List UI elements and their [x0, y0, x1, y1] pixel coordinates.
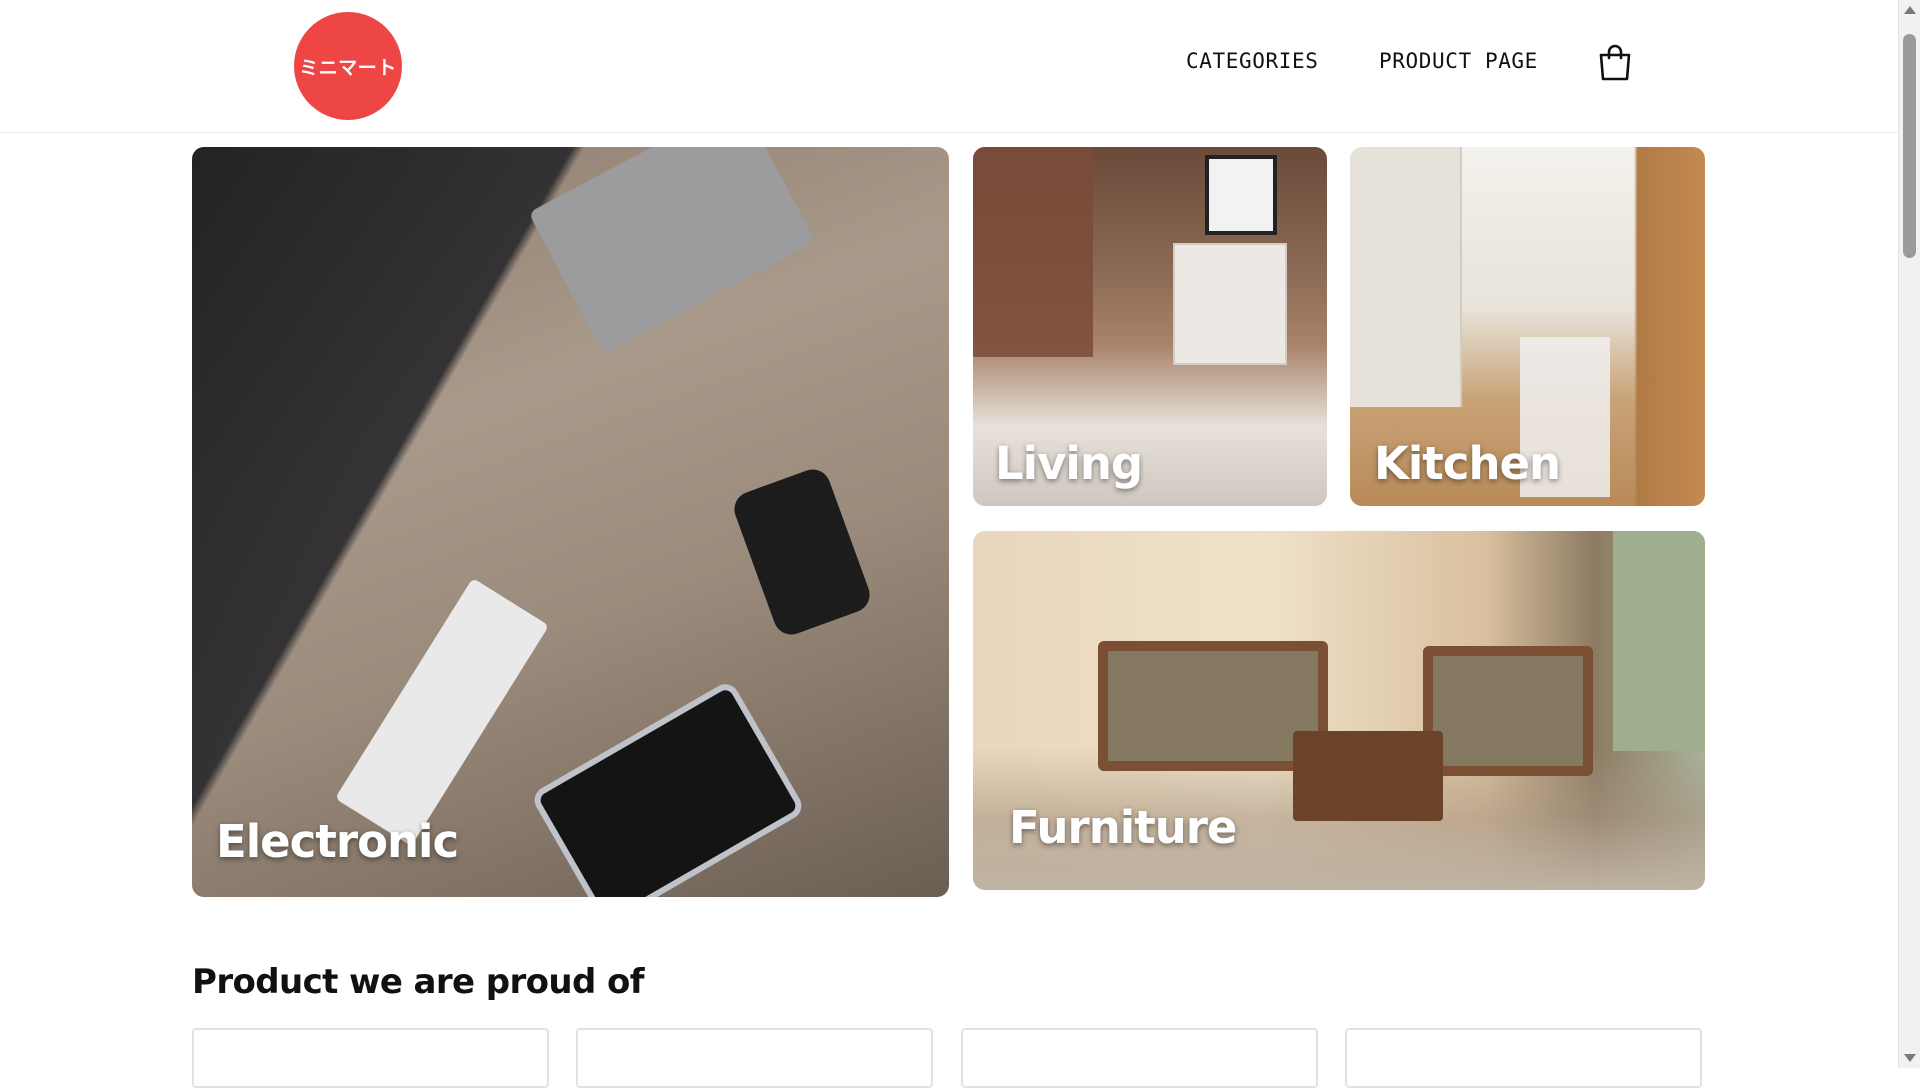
scroll-down-arrow-icon[interactable]: [1904, 1054, 1916, 1062]
brick-wall-image: [973, 147, 1093, 357]
laptop-image: [528, 147, 816, 354]
section-title: Product we are proud of: [192, 962, 645, 1002]
product-card[interactable]: [192, 1028, 549, 1088]
site-header: ミニマート CATEGORIES PRODUCT PAGE: [0, 0, 1898, 133]
product-card[interactable]: [1345, 1028, 1702, 1088]
keyboard-image: [334, 577, 550, 847]
fireplace-image: [1173, 243, 1287, 365]
category-tile-kitchen[interactable]: Kitchen: [1350, 147, 1705, 506]
scroll-up-arrow-icon[interactable]: [1904, 6, 1916, 14]
product-card[interactable]: [576, 1028, 933, 1088]
category-label-kitchen: Kitchen: [1374, 437, 1561, 490]
camera-image: [729, 464, 875, 640]
category-tile-living[interactable]: Living: [973, 147, 1327, 506]
product-card[interactable]: [961, 1028, 1318, 1088]
shopping-bag-icon[interactable]: [1598, 44, 1632, 82]
vertical-scrollbar[interactable]: [1898, 0, 1920, 1068]
logo[interactable]: ミニマート: [294, 12, 402, 120]
wall-frame-image: [1205, 155, 1277, 235]
nav-categories[interactable]: CATEGORIES: [1186, 49, 1318, 73]
tablet-image: [529, 679, 807, 897]
category-tile-electronic[interactable]: Electronic: [192, 147, 949, 897]
category-label-electronic: Electronic: [216, 815, 459, 868]
category-label-living: Living: [995, 437, 1143, 490]
category-label-furniture: Furniture: [1009, 801, 1237, 854]
category-tile-furniture[interactable]: Furniture: [973, 531, 1705, 890]
window-view-image: [1613, 531, 1705, 751]
cabinet-image: [1350, 147, 1462, 407]
scrollbar-thumb[interactable]: [1903, 34, 1916, 258]
coffee-table-image: [1293, 731, 1443, 821]
armchair-image: [1423, 646, 1593, 776]
nav-product-page[interactable]: PRODUCT PAGE: [1379, 49, 1538, 73]
